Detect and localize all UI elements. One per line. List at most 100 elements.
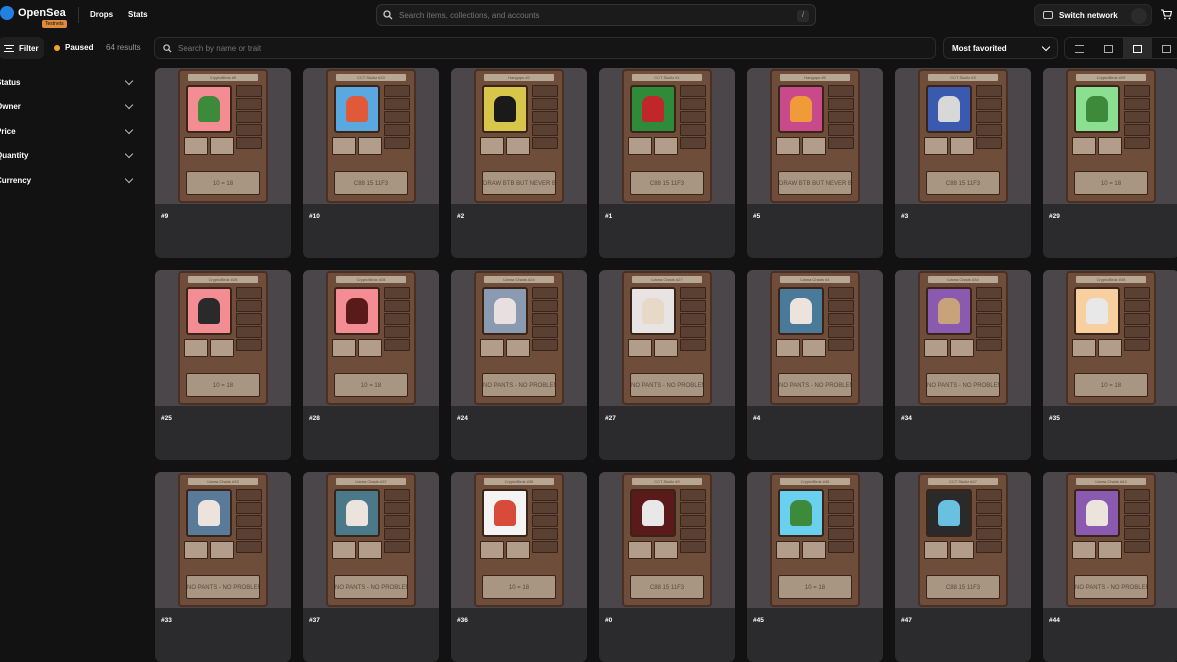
stat-slots (680, 287, 706, 352)
item-card[interactable]: CCT Skullz #3 C88 15 11F3 #3 (895, 68, 1031, 258)
item-card[interactable]: Llama Chads #44 NO PANTS - NO PROBLEMS #44 (1043, 472, 1177, 662)
stat-slot (828, 124, 854, 136)
stat-slot (532, 98, 558, 110)
character-portrait (630, 489, 676, 537)
item-name: #45 (753, 617, 764, 624)
item-card[interactable]: Llama Chads #4 NO PANTS - NO PROBLEMS #4 (747, 270, 883, 460)
switch-network-label: Switch network (1059, 10, 1118, 20)
character-figure (198, 298, 220, 324)
filter-owner[interactable]: Owner (0, 95, 140, 120)
stat-slot (976, 339, 1002, 351)
item-card[interactable]: CryptoBirdz #45 10 = 18 #45 (747, 472, 883, 662)
card-plate: NO PANTS - NO PROBLEMS (630, 373, 704, 397)
stat-slot (384, 287, 410, 299)
filter-button[interactable]: Filter (0, 37, 44, 59)
global-search[interactable]: / (376, 4, 816, 26)
item-card[interactable]: CryptoBirdz #36 10 = 18 #36 (451, 472, 587, 662)
cart-icon[interactable] (1160, 8, 1173, 20)
item-card[interactable]: Llama Chads #24 NO PANTS - NO PROBLEMS #24 (451, 270, 587, 460)
item-card[interactable]: Hangups #5 DRAW BTB BUT NEVER BONE #5 (747, 68, 883, 258)
filter-status[interactable]: Status (0, 70, 140, 95)
stat-slot (384, 541, 410, 553)
item-card[interactable]: CCT Skullz #1 C88 15 11F3 #1 (599, 68, 735, 258)
character-figure (346, 298, 368, 324)
stat-slot (1124, 326, 1150, 338)
character-figure (1086, 96, 1108, 122)
status-label: Paused (65, 43, 94, 52)
item-card[interactable]: CCT Skullz #10 C88 15 11F3 #10 (303, 68, 439, 258)
item-card[interactable]: CCT Skullz #0 C88 15 11F3 #0 (599, 472, 735, 662)
stat-slot (236, 300, 262, 312)
ability-slot (776, 541, 800, 559)
item-name: #44 (1049, 617, 1060, 624)
item-card[interactable]: CryptoBirdz #28 10 = 18 #28 (303, 270, 439, 460)
view-toggle (1064, 37, 1177, 59)
character-figure (346, 500, 368, 526)
item-search[interactable] (154, 37, 936, 59)
stat-slot (680, 541, 706, 553)
ability-slot (950, 541, 974, 559)
search-icon (163, 43, 172, 53)
ability-slots (332, 137, 382, 155)
stat-slot (1124, 287, 1150, 299)
ability-slots (924, 339, 974, 357)
card-title: Llama Chads #4 (780, 276, 850, 283)
account-avatar[interactable] (1131, 8, 1147, 24)
item-name: #33 (161, 617, 172, 624)
ability-slot (480, 137, 504, 155)
sort-dropdown[interactable]: Most favorited (943, 37, 1058, 59)
item-card[interactable]: CryptoBirdz #9 10 = 18 #9 (155, 68, 291, 258)
item-image: Hangups #5 DRAW BTB BUT NEVER BONE (747, 68, 883, 204)
stat-slot (828, 313, 854, 325)
card-plate: C88 15 11F3 (630, 171, 704, 195)
item-card[interactable]: Llama Chads #33 NO PANTS - NO PROBLEMS #33 (155, 472, 291, 662)
grid-large-view-button[interactable] (1152, 38, 1177, 58)
character-figure (790, 500, 812, 526)
item-card[interactable]: CryptoBirdz #29 10 = 18 #29 (1043, 68, 1177, 258)
stat-slot (828, 98, 854, 110)
card-plate: DRAW BTB BUT NEVER BONE (778, 171, 852, 195)
testnets-badge: Testnets (42, 20, 67, 28)
opensea-logo[interactable]: OpenSea (0, 6, 66, 20)
stat-slots (976, 287, 1002, 352)
ability-slot (654, 541, 678, 559)
stat-slot (1124, 98, 1150, 110)
stat-slot (828, 137, 854, 149)
stat-slot (384, 515, 410, 527)
item-card[interactable]: CryptoBirdz #35 10 = 18 #35 (1043, 270, 1177, 460)
nav-drops[interactable]: Drops (90, 10, 113, 19)
stat-slot (532, 515, 558, 527)
ability-slot (1072, 137, 1096, 155)
grid-small-view-button[interactable] (1094, 38, 1123, 58)
stat-slot (532, 137, 558, 149)
stat-slot (976, 124, 1002, 136)
stat-slot (680, 313, 706, 325)
item-card[interactable]: CryptoBirdz #25 10 = 18 #25 (155, 270, 291, 460)
card-plate: 10 = 18 (186, 373, 260, 397)
stat-slot (532, 541, 558, 553)
item-name: #1 (605, 213, 613, 220)
item-card[interactable]: Llama Chads #27 NO PANTS - NO PROBLEMS #27 (599, 270, 735, 460)
ability-slots (1072, 339, 1122, 357)
ability-slot (332, 541, 356, 559)
stat-slots (384, 287, 410, 352)
stat-slot (976, 287, 1002, 299)
nav-stats[interactable]: Stats (128, 10, 148, 19)
list-view-button[interactable] (1065, 38, 1094, 58)
ability-slots (776, 541, 826, 559)
item-name: #9 (161, 213, 169, 220)
grid-medium-view-button[interactable] (1123, 38, 1152, 58)
stat-slot (680, 515, 706, 527)
item-card[interactable]: CCT Skullz #47 C88 15 11F3 #47 (895, 472, 1031, 662)
filter-quantity[interactable]: Quantity (0, 144, 140, 169)
switch-network-button[interactable]: Switch network (1034, 4, 1152, 26)
item-search-input[interactable] (178, 43, 878, 53)
global-search-input[interactable] (399, 10, 779, 20)
filter-price[interactable]: Price (0, 119, 140, 144)
filter-currency[interactable]: Currency (0, 168, 140, 193)
item-card[interactable]: Llama Chads #34 NO PANTS - NO PROBLEMS #34 (895, 270, 1031, 460)
stat-slot (680, 85, 706, 97)
item-card[interactable]: Hangups #2 DRAW BTB BUT NEVER BONE #2 (451, 68, 587, 258)
ability-slots (480, 541, 530, 559)
item-card[interactable]: Llama Chads #37 NO PANTS - NO PROBLEMS #37 (303, 472, 439, 662)
